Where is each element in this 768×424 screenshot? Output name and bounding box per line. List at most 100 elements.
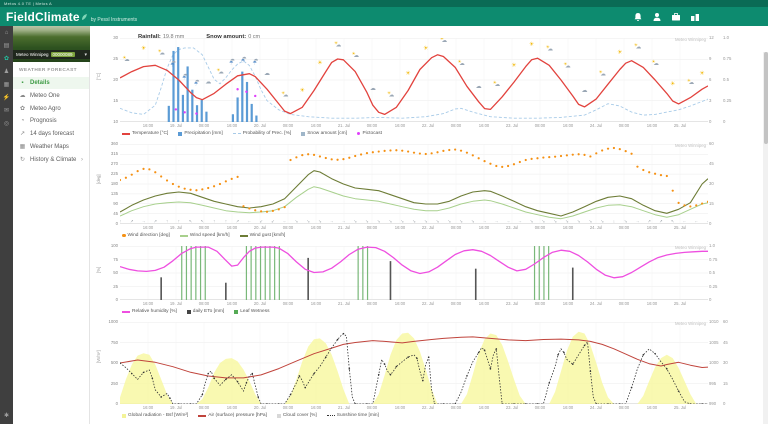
legend-item-pictocast[interactable]: Pictocast: [356, 131, 382, 136]
app-header: Metos 4.0 TE | Metos A FieldClimate by P…: [0, 0, 768, 26]
y-tick-label-right: 1000: [709, 360, 719, 365]
svg-text:☁: ☁: [653, 61, 659, 67]
y-tick-label: 0: [115, 297, 118, 302]
x-tick-label: 23. Jul: [505, 405, 519, 410]
chevron-down-icon[interactable]: ▾: [84, 52, 87, 58]
svg-text:☁: ☁: [264, 71, 270, 77]
svg-text:↗: ↗: [236, 219, 239, 224]
legend-label: Snow amount [cm]: [307, 131, 347, 136]
user-icon[interactable]: [652, 12, 662, 22]
y-tick-label: 10: [113, 119, 118, 124]
y-tick-label-right: 15: [723, 380, 728, 386]
legend-label: Probability of Prec. [%]: [242, 131, 292, 136]
x-tick-label: 08:00: [198, 225, 210, 230]
chart-1-plot[interactable]: ☀☁☀ ☀☁☁☂☁☂ ☁☂ ☁☀☁☁☂☁☂ ☁☂☁☀☁☀☀☀☁☀☁☁☀☁☀☀☀☁☀☁☁☀…: [120, 38, 708, 122]
notifications-bell-icon[interactable]: [633, 12, 643, 22]
chart-4-plot[interactable]: [120, 322, 708, 404]
svg-text:↖: ↖: [671, 219, 674, 224]
svg-text:☁: ☁: [389, 93, 395, 99]
sidebar-item-14-days-forecast[interactable]: ↗ 14 days forecast: [13, 127, 89, 140]
messages-icon[interactable]: ✉: [4, 108, 9, 115]
y-tick-label-right: 0: [709, 297, 712, 302]
legend-swatch: [122, 310, 130, 313]
x-tick-label: 16:00: [226, 225, 238, 230]
y-tick-label-right: 9: [709, 56, 712, 61]
scrollbar-thumb[interactable]: [763, 52, 768, 144]
svg-text:☁: ☁: [600, 72, 606, 78]
svg-text:↘: ↘: [577, 219, 580, 224]
legend-item-daily-eto-mm[interactable]: daily ETo [mm]: [186, 309, 224, 314]
legend-label: Precipitation [mm]: [184, 131, 223, 136]
legend-item-wind-gust-km-h[interactable]: Wind gust [km/h]: [239, 233, 285, 238]
chart-3-legend: Relative humidity [%] daily ETo [mm] Leaf …: [120, 307, 708, 316]
legend-swatch: [122, 233, 126, 238]
x-tick-label: 16:00: [226, 123, 238, 128]
legend-item-sunshine-time-min[interactable]: Sunshine time [min]: [326, 413, 379, 418]
user-icon[interactable]: ♟: [4, 69, 9, 76]
sidebar-item-weather-maps[interactable]: ▦ Weather Maps: [13, 140, 89, 153]
legend-item-precipitation-mm[interactable]: Precipitation [mm]: [178, 131, 223, 136]
x-tick-label: 20. Jul: [253, 405, 267, 410]
stations-grid-icon[interactable]: ▦: [4, 82, 10, 89]
sidebar-item-history-climate[interactable]: ↻ History & Climate ›: [13, 153, 89, 166]
x-tick-label: 24. Jul: [589, 123, 603, 128]
legend-swatch: [122, 132, 130, 135]
sidebar-item-prognosis[interactable]: ◔ Prognosis: [13, 115, 89, 127]
legend-item-air-surface-pressure-hpa[interactable]: Air (surface) pressure [hPa]: [198, 413, 267, 418]
legend-label: Leaf Wetness: [240, 309, 270, 314]
sidebar-item-meteo-one[interactable]: ☁ Meteo One: [13, 89, 89, 102]
svg-text:→: →: [506, 219, 510, 224]
legend-item-wind-speed-km-h[interactable]: Wind speed [km/h]: [179, 233, 230, 238]
legend-item-cloud-cover[interactable]: Cloud cover [%]: [276, 413, 317, 418]
leaf-icon: [81, 13, 87, 20]
svg-text:☁: ☁: [336, 42, 342, 48]
svg-text:☀: ☀: [317, 60, 322, 67]
sidebar-item-meteo-agro[interactable]: ✿ Meteo Agro: [13, 102, 89, 115]
svg-text:↘: ↘: [295, 219, 298, 224]
gallery-icon[interactable]: ▤: [4, 43, 10, 50]
sidebar-item-details[interactable]: ▪ Details: [13, 77, 89, 89]
y-tick-label-right: 30: [723, 360, 728, 365]
target-icon[interactable]: ◎: [4, 121, 9, 128]
briefcase-icon[interactable]: [671, 12, 681, 22]
legend-item-relative-humidity[interactable]: Relative humidity [%]: [122, 309, 177, 314]
chart-3-plot[interactable]: [120, 246, 708, 300]
chart-watermark: Meteo Winnipeg: [674, 143, 706, 148]
y-tick-label-right: 12: [709, 35, 714, 40]
legend-swatch: [356, 131, 361, 136]
home-icon[interactable]: ⌂: [5, 30, 9, 37]
legend-item-temperature-c[interactable]: Temperature [°C]: [122, 131, 168, 136]
station-selector[interactable]: Meteo Winnipeg 00000089 ▾: [13, 26, 90, 62]
fieldclimate-icon[interactable]: ✿: [4, 56, 9, 63]
svg-text:☀: ☀: [141, 45, 146, 52]
energy-icon[interactable]: ⚡: [3, 95, 10, 102]
legend-item-wind-direction-deg[interactable]: Wind direction [deg]: [122, 233, 170, 238]
x-tick-label: 16:00: [310, 123, 322, 128]
x-tick-label: 08:00: [534, 405, 546, 410]
chart-2-plot[interactable]: ↑ ↗ → ↗ ↑ ↑ ↖ ↖ ↑ ↑ ↗ ← ↙ ↙ ← ↘ ↘ ↘ → → ↘ ↘ ↘ ↘ ↘ ↘ ↘ ↘ ↘ ↘ ↘ → → → → ↘ ↘ ↘ ↘ ↘…: [120, 144, 708, 224]
organization-icon[interactable]: [690, 12, 700, 22]
y-tick-label-right: 1.0: [709, 243, 715, 248]
y-tick-label-right: 60: [709, 141, 714, 146]
y-tick-label: 50: [113, 270, 118, 275]
svg-text:↑: ↑: [178, 219, 180, 224]
y-tick-label: 180: [110, 181, 118, 186]
y-tick-label-right: 0.25: [723, 98, 732, 103]
y-tick-label-right: 0.5: [709, 270, 715, 275]
svg-text:☁: ☁: [547, 47, 553, 53]
x-tick-label: 16:00: [226, 301, 238, 306]
gear-icon[interactable]: ✱: [0, 413, 13, 420]
svg-text:☂: ☂: [252, 61, 257, 67]
chart-4: [W/m²] 1000 750 500 250 0 Meteo Winnipeg 1010 10…: [94, 319, 768, 420]
x-tick-label: 16:00: [562, 405, 574, 410]
legend-item-leaf-wetness[interactable]: Leaf Wetness: [234, 309, 270, 314]
svg-text:☁: ☁: [159, 51, 165, 57]
svg-text:↘: ↘: [624, 219, 627, 224]
legend-item-snow-amount-cm[interactable]: Snow amount [cm]: [301, 131, 347, 136]
svg-text:☁: ☁: [218, 70, 224, 76]
vertical-scrollbar[interactable]: [763, 52, 768, 424]
x-tick-label: 16:00: [478, 405, 490, 410]
legend-item-probability-of-prec[interactable]: Probability of Prec. [%]: [232, 131, 292, 136]
legend-item-global-radiation-bsf-w-m[interactable]: Global radiation - Bsf [W/m²]: [122, 413, 188, 418]
fieldclimate-logo[interactable]: FieldClimate by Pessl Instruments: [6, 10, 137, 24]
